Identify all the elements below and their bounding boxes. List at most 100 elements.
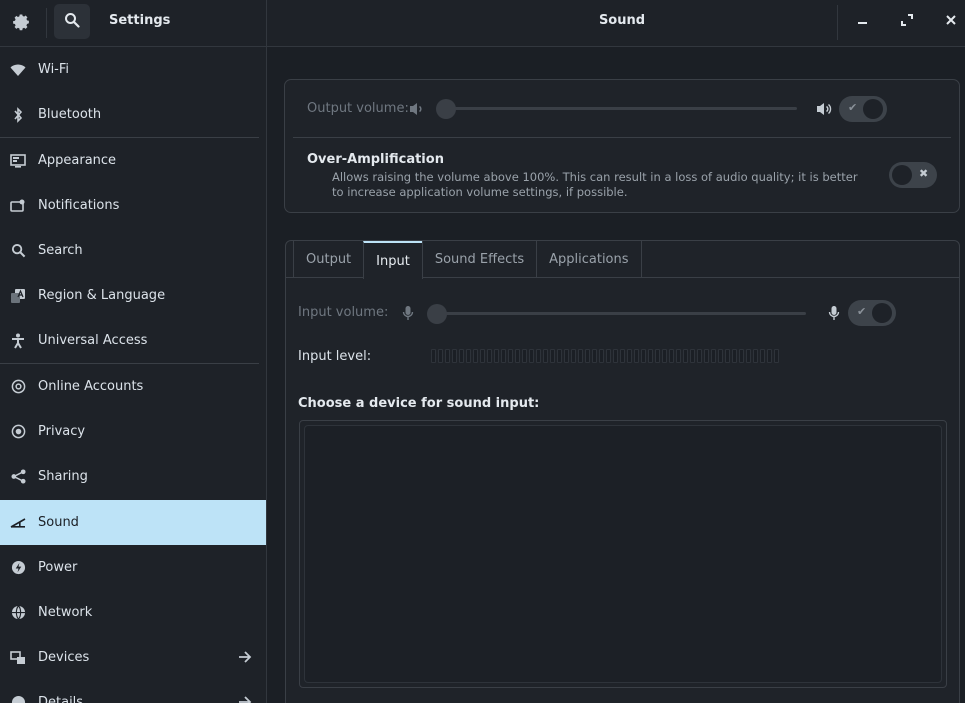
sidebar-item-label: Sound xyxy=(38,515,79,530)
close-button[interactable] xyxy=(939,10,963,34)
search-button[interactable] xyxy=(54,4,90,39)
tab-output[interactable]: Output xyxy=(293,241,365,278)
sidebar-item-wifi[interactable]: Wi-Fi xyxy=(0,47,266,92)
input-level-meter xyxy=(431,349,779,363)
sidebar-item-sound[interactable]: Sound xyxy=(0,500,266,545)
microphone-icon xyxy=(828,305,840,325)
sidebar-item-label: Universal Access xyxy=(38,333,148,348)
tab-applications[interactable]: Applications xyxy=(536,241,642,278)
input-level-cell xyxy=(662,349,667,363)
input-level-cell xyxy=(683,349,688,363)
sidebar-item-sharing[interactable]: Sharing xyxy=(0,454,266,499)
app-title: Settings xyxy=(109,13,171,28)
speaker-muted-icon xyxy=(409,101,425,121)
input-volume-slider[interactable] xyxy=(430,312,806,315)
input-level-cell xyxy=(613,349,618,363)
input-level-cell xyxy=(445,349,450,363)
input-level-cell xyxy=(767,349,772,363)
cross-icon: ✖ xyxy=(919,167,929,180)
gear-icon xyxy=(10,11,32,33)
maximize-button[interactable] xyxy=(895,10,919,34)
input-level-cell xyxy=(634,349,639,363)
tab-sound-effects[interactable]: Sound Effects xyxy=(421,241,538,278)
input-level-cell xyxy=(564,349,569,363)
input-level-cell xyxy=(550,349,555,363)
input-level-label: Input level: xyxy=(298,349,372,364)
close-icon xyxy=(945,14,957,30)
check-icon: ✔ xyxy=(848,101,858,114)
input-volume-slider-handle[interactable] xyxy=(427,304,447,324)
sidebar-item-network[interactable]: Network xyxy=(0,590,266,635)
accessibility-icon xyxy=(9,332,27,350)
input-level-cell xyxy=(452,349,457,363)
input-level-cell xyxy=(669,349,674,363)
sidebar-item-details[interactable]: Details xyxy=(0,680,266,703)
input-level-cell xyxy=(690,349,695,363)
input-volume-toggle[interactable]: ✔ xyxy=(848,300,896,326)
tab-input[interactable]: Input xyxy=(363,241,423,279)
input-level-cell xyxy=(739,349,744,363)
sidebar: Wi-Fi Bluetooth Appearance Notifications… xyxy=(0,47,267,703)
sidebar-item-label: Network xyxy=(38,605,93,620)
output-volume-slider[interactable] xyxy=(437,107,797,110)
header-bar: Settings Sound xyxy=(0,0,965,47)
sidebar-item-region[interactable]: Region & Language xyxy=(0,273,266,318)
input-level-cell xyxy=(473,349,478,363)
input-level-cell xyxy=(648,349,653,363)
wifi-icon xyxy=(9,61,27,79)
sidebar-item-search[interactable]: Search xyxy=(0,228,266,273)
sidebar-item-label: Devices xyxy=(38,650,90,665)
bluetooth-icon xyxy=(9,106,27,124)
sidebar-item-power[interactable]: Power xyxy=(0,545,266,590)
output-volume-label: Output volume: xyxy=(307,101,409,116)
input-device-list[interactable] xyxy=(299,420,947,688)
sidebar-item-privacy[interactable]: Privacy xyxy=(0,409,266,454)
sidebar-item-label: Sharing xyxy=(38,469,88,484)
search-icon xyxy=(9,242,27,260)
input-level-cell xyxy=(606,349,611,363)
input-level-cell xyxy=(655,349,660,363)
toggle-knob xyxy=(892,165,912,185)
input-level-cell xyxy=(501,349,506,363)
toggle-knob xyxy=(872,303,892,323)
input-level-cell xyxy=(529,349,534,363)
sidebar-item-bluetooth[interactable]: Bluetooth xyxy=(0,92,266,137)
sidebar-item-label: Power xyxy=(38,560,78,575)
over-amplification-toggle[interactable]: ✖ xyxy=(889,162,937,188)
sidebar-item-notifications[interactable]: Notifications xyxy=(0,183,266,228)
sidebar-item-universal-access[interactable]: Universal Access xyxy=(0,318,266,363)
sidebar-item-appearance[interactable]: Appearance xyxy=(0,138,266,183)
card-divider xyxy=(293,137,951,138)
minimize-button[interactable] xyxy=(851,10,875,34)
privacy-icon xyxy=(9,423,27,441)
input-level-cell xyxy=(592,349,597,363)
appearance-icon xyxy=(9,152,27,170)
input-level-cell xyxy=(585,349,590,363)
output-volume-toggle[interactable]: ✔ xyxy=(839,96,887,122)
input-level-cell xyxy=(536,349,541,363)
header-separator xyxy=(46,8,47,38)
device-chooser-heading: Choose a device for sound input: xyxy=(298,396,540,411)
input-level-cell xyxy=(578,349,583,363)
over-amplification-title: Over-Amplification xyxy=(307,152,444,167)
sidebar-item-online-accounts[interactable]: Online Accounts xyxy=(0,364,266,409)
maximize-icon xyxy=(901,14,913,30)
sidebar-item-label: Bluetooth xyxy=(38,107,102,122)
input-level-cell xyxy=(704,349,709,363)
microphone-muted-icon xyxy=(402,305,414,325)
arrow-right-icon xyxy=(238,648,252,667)
input-level-cell xyxy=(522,349,527,363)
input-level-cell xyxy=(725,349,730,363)
input-level-cell xyxy=(697,349,702,363)
output-volume-slider-handle[interactable] xyxy=(436,99,456,119)
minimize-icon xyxy=(857,14,869,30)
sound-tabs-panel: Output Input Sound Effects Applications … xyxy=(285,240,960,703)
input-level-cell xyxy=(438,349,443,363)
main-content: Output volume: ✔ Over-Amplification Allo… xyxy=(268,47,965,703)
input-level-cell xyxy=(466,349,471,363)
sidebar-item-label: Search xyxy=(38,243,83,258)
sidebar-item-devices[interactable]: Devices xyxy=(0,635,266,680)
devices-icon xyxy=(9,649,27,667)
details-icon xyxy=(9,694,27,703)
notifications-icon xyxy=(9,197,27,215)
